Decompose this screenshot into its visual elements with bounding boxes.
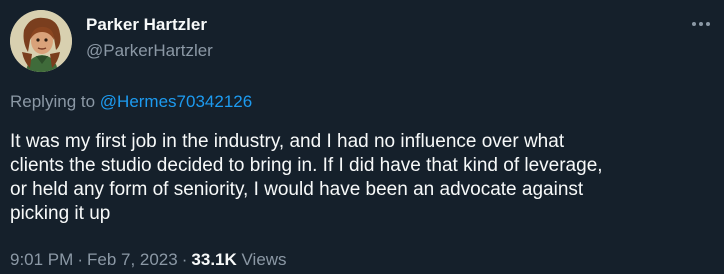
avatar-illustration-icon xyxy=(10,10,72,72)
tweet-card: Parker Hartzler @ParkerHartzler Replying… xyxy=(0,0,724,274)
replying-to-label: Replying to xyxy=(10,92,100,111)
tweet-metadata: 9:01 PM · Feb 7, 2023 · 33.1K Views xyxy=(10,250,287,270)
more-options-button[interactable] xyxy=(686,12,716,36)
separator: · xyxy=(77,250,83,269)
mention-link[interactable]: @Hermes70342126 xyxy=(100,92,252,111)
tweet-text-line: or held any form of seniority, I would h… xyxy=(10,179,584,200)
replying-to: Replying to @Hermes70342126 xyxy=(10,92,252,112)
user-handle[interactable]: @ParkerHartzler xyxy=(86,41,213,61)
separator: · xyxy=(181,250,188,269)
tweet-time[interactable]: 9:01 PM xyxy=(10,250,73,269)
tweet-text-line: picking it up xyxy=(10,203,111,224)
tweet-text-line: It was my first job in the industry, and… xyxy=(10,131,565,152)
avatar[interactable] xyxy=(10,10,72,72)
tweet-date[interactable]: Feb 7, 2023 xyxy=(87,250,178,269)
tweet-text-line: clients the studio decided to bring in. … xyxy=(10,155,603,176)
display-name[interactable]: Parker Hartzler xyxy=(86,15,207,35)
views-label: Views xyxy=(236,250,287,269)
views-count: 33.1K xyxy=(191,250,237,269)
more-horizontal-icon xyxy=(692,22,710,26)
tweet-text: It was my first job in the industry, and… xyxy=(10,130,710,226)
